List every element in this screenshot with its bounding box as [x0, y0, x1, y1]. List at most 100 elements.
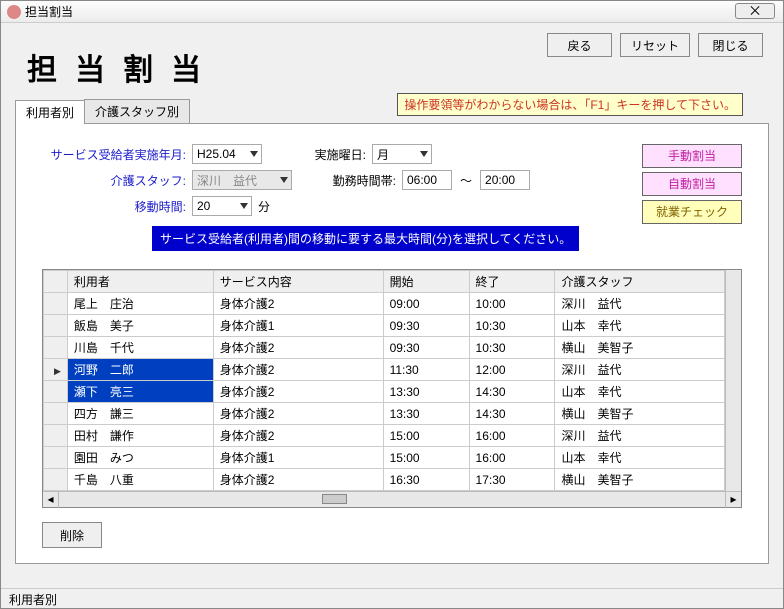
cell-service[interactable]: 身体介護1 — [213, 315, 383, 337]
vertical-scrollbar[interactable] — [725, 270, 741, 491]
cell-service[interactable]: 身体介護2 — [213, 337, 383, 359]
table-row[interactable]: 田村 謙作身体介護215:0016:00深川 益代 — [44, 425, 725, 447]
col-start[interactable]: 開始 — [383, 271, 469, 293]
chevron-down-icon — [280, 177, 288, 183]
table-row[interactable]: 飯島 美子身体介護109:3010:30山本 幸代 — [44, 315, 725, 337]
side-buttons: 手動割当 自動割当 就業チェック — [642, 144, 742, 224]
row-header[interactable] — [44, 403, 68, 425]
cell-service[interactable]: 身体介護2 — [213, 359, 383, 381]
cell-staff[interactable]: 横山 美智子 — [555, 469, 725, 491]
cell-staff[interactable]: 深川 益代 — [555, 293, 725, 315]
cell-user[interactable]: 千島 八重 — [67, 469, 213, 491]
table-row[interactable]: 河野 二郎身体介護211:3012:00深川 益代 — [44, 359, 725, 381]
day-combo[interactable]: 月 — [372, 144, 432, 164]
cell-end[interactable]: 16:00 — [469, 425, 555, 447]
cell-service[interactable]: 身体介護2 — [213, 381, 383, 403]
cell-user[interactable]: 瀬下 亮三 — [67, 381, 213, 403]
cell-end[interactable]: 10:30 — [469, 315, 555, 337]
move-value: 20 — [197, 199, 210, 213]
table-row[interactable]: 四方 謙三身体介護213:3014:30横山 美智子 — [44, 403, 725, 425]
cell-start[interactable]: 11:30 — [383, 359, 469, 381]
help-hint: 操作要領等がわからない場合は、「F1」キーを押して下さい。 — [397, 93, 743, 116]
table-row[interactable]: 園田 みつ身体介護115:0016:00山本 幸代 — [44, 447, 725, 469]
row-header[interactable] — [44, 337, 68, 359]
table-row[interactable]: 千島 八重身体介護216:3017:30横山 美智子 — [44, 469, 725, 491]
cell-service[interactable]: 身体介護2 — [213, 293, 383, 315]
cell-user[interactable]: 川島 千代 — [67, 337, 213, 359]
cell-staff[interactable]: 山本 幸代 — [555, 447, 725, 469]
tab-by-staff[interactable]: 介護スタッフ別 — [84, 99, 190, 123]
cell-end[interactable]: 17:30 — [469, 469, 555, 491]
cell-start[interactable]: 09:30 — [383, 337, 469, 359]
table-row[interactable]: 川島 千代身体介護209:3010:30横山 美智子 — [44, 337, 725, 359]
cell-end[interactable]: 10:00 — [469, 293, 555, 315]
period-combo[interactable]: H25.04 — [192, 144, 262, 164]
cell-staff[interactable]: 山本 幸代 — [555, 381, 725, 403]
window-close-button[interactable]: ⨉ — [735, 3, 775, 19]
horizontal-scrollbar[interactable]: ◂ ▸ — [43, 491, 741, 507]
col-staff[interactable]: 介護スタッフ — [555, 271, 725, 293]
cell-user[interactable]: 園田 みつ — [67, 447, 213, 469]
hours-sep: ～ — [452, 172, 480, 189]
cell-user[interactable]: 河野 二郎 — [67, 359, 213, 381]
auto-assign-button[interactable]: 自動割当 — [642, 172, 742, 196]
grid-container: 利用者 サービス内容 開始 終了 介護スタッフ 尾上 庄治身体介護209:001… — [42, 269, 742, 508]
period-value: H25.04 — [197, 147, 236, 161]
cell-service[interactable]: 身体介護2 — [213, 403, 383, 425]
cell-end[interactable]: 10:30 — [469, 337, 555, 359]
cell-end[interactable]: 14:30 — [469, 403, 555, 425]
table-row[interactable]: 尾上 庄治身体介護209:0010:00深川 益代 — [44, 293, 725, 315]
work-check-button[interactable]: 就業チェック — [642, 200, 742, 224]
row-header[interactable] — [44, 315, 68, 337]
cell-staff[interactable]: 横山 美智子 — [555, 337, 725, 359]
row-header[interactable] — [44, 469, 68, 491]
col-service[interactable]: サービス内容 — [213, 271, 383, 293]
cell-start[interactable]: 09:00 — [383, 293, 469, 315]
move-combo[interactable]: 20 — [192, 196, 252, 216]
cell-staff[interactable]: 深川 益代 — [555, 425, 725, 447]
move-label: 移動時間: — [42, 198, 192, 215]
col-end[interactable]: 終了 — [469, 271, 555, 293]
cell-start[interactable]: 13:30 — [383, 381, 469, 403]
cell-start[interactable]: 09:30 — [383, 315, 469, 337]
row-header[interactable] — [44, 293, 68, 315]
manual-assign-button[interactable]: 手動割当 — [642, 144, 742, 168]
tab-by-user[interactable]: 利用者別 — [15, 100, 85, 124]
cell-staff[interactable]: 横山 美智子 — [555, 403, 725, 425]
hours-to-input[interactable]: 20:00 — [480, 170, 530, 190]
cell-end[interactable]: 14:30 — [469, 381, 555, 403]
row-header[interactable] — [44, 447, 68, 469]
app-window: 担当割当 ⨉ 戻る リセット 閉じる 担当割当 操作要領等がわからない場合は、「… — [0, 0, 784, 609]
cell-user[interactable]: 飯島 美子 — [67, 315, 213, 337]
row-header[interactable] — [44, 381, 68, 403]
cell-start[interactable]: 15:00 — [383, 425, 469, 447]
move-unit: 分 — [252, 198, 270, 215]
day-label: 実施曜日: — [302, 146, 372, 163]
row-header[interactable] — [44, 425, 68, 447]
cell-end[interactable]: 16:00 — [469, 447, 555, 469]
cell-service[interactable]: 身体介護1 — [213, 447, 383, 469]
row-header[interactable] — [44, 359, 68, 381]
cell-service[interactable]: 身体介護2 — [213, 425, 383, 447]
cell-user[interactable]: 四方 謙三 — [67, 403, 213, 425]
cell-start[interactable]: 13:30 — [383, 403, 469, 425]
cell-staff[interactable]: 山本 幸代 — [555, 315, 725, 337]
cell-start[interactable]: 16:30 — [383, 469, 469, 491]
status-bar: 利用者別 — [1, 588, 783, 608]
cell-service[interactable]: 身体介護2 — [213, 469, 383, 491]
cell-user[interactable]: 田村 謙作 — [67, 425, 213, 447]
scroll-right-icon[interactable]: ▸ — [725, 492, 741, 508]
delete-button[interactable]: 削除 — [42, 522, 102, 548]
tab-container: 利用者別 介護スタッフ別 手動割当 自動割当 就業チェック サービス受給者実施年… — [15, 99, 769, 564]
cell-start[interactable]: 15:00 — [383, 447, 469, 469]
assignment-grid[interactable]: 利用者 サービス内容 開始 終了 介護スタッフ 尾上 庄治身体介護209:001… — [43, 270, 725, 491]
cell-end[interactable]: 12:00 — [469, 359, 555, 381]
day-value: 月 — [377, 146, 389, 163]
scroll-thumb[interactable] — [322, 494, 347, 504]
scroll-left-icon[interactable]: ◂ — [43, 492, 59, 508]
cell-staff[interactable]: 深川 益代 — [555, 359, 725, 381]
cell-user[interactable]: 尾上 庄治 — [67, 293, 213, 315]
hours-from-input[interactable]: 06:00 — [402, 170, 452, 190]
col-user[interactable]: 利用者 — [67, 271, 213, 293]
table-row[interactable]: 瀬下 亮三身体介護213:3014:30山本 幸代 — [44, 381, 725, 403]
